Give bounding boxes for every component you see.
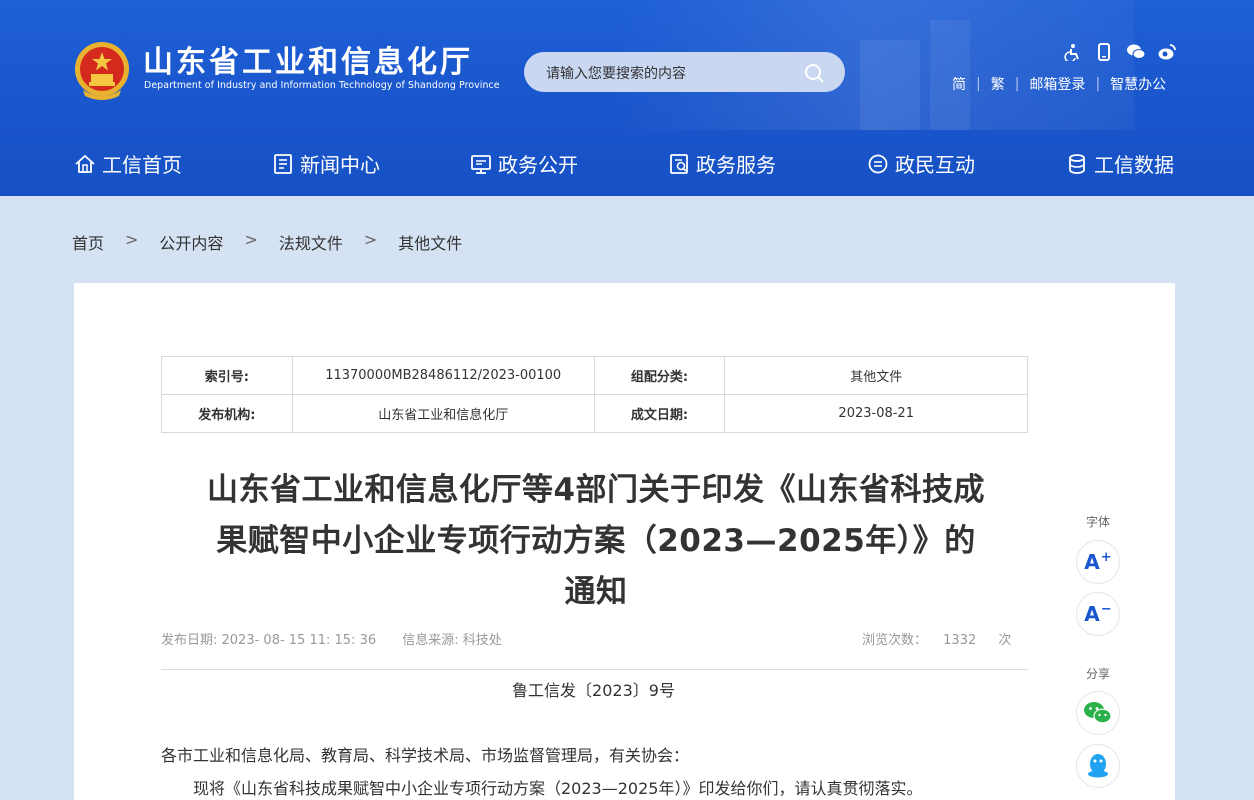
share-wechat-button[interactable] bbox=[1076, 691, 1120, 735]
utility-links: 简 | 繁 | 邮箱登录 | 智慧办公 bbox=[952, 74, 1166, 94]
font-increase-icon: A+ bbox=[1084, 550, 1111, 574]
wechat-icon[interactable] bbox=[1126, 43, 1146, 61]
weibo-icon[interactable] bbox=[1157, 43, 1176, 61]
nav-item-government-affairs[interactable]: 政务公开 bbox=[470, 149, 578, 178]
nav-item-label: 政务公开 bbox=[498, 153, 578, 177]
share-label: 分享 bbox=[1085, 667, 1110, 681]
font-increase-letter: A bbox=[1084, 550, 1100, 574]
site-subtitle: Department of Industry and Information T… bbox=[144, 80, 500, 91]
search-icon[interactable] bbox=[803, 62, 825, 84]
smart-office-link[interactable]: 智慧办公 bbox=[1110, 74, 1166, 94]
breadcrumb-separator: > bbox=[125, 230, 139, 249]
wechat-icon bbox=[1084, 702, 1112, 724]
index-value: 11370000MB28486112/2023-00100 bbox=[291, 356, 595, 395]
category-label: 组配分类: bbox=[593, 356, 726, 395]
nav-item-label: 工信数据 bbox=[1094, 153, 1174, 177]
document-meta-table: 索引号: 11370000MB28486112/2023-00100 组配分类:… bbox=[161, 356, 1028, 433]
nav-item-news[interactable]: 新闻中心 bbox=[272, 149, 380, 178]
traditional-chinese-link[interactable]: 繁 bbox=[991, 74, 1005, 94]
font-decrease-button[interactable]: A− bbox=[1076, 592, 1120, 636]
nav-item-label: 政民互动 bbox=[895, 153, 975, 177]
view-count: 浏览次数： 1332 次 bbox=[862, 629, 1011, 648]
document-number: 鲁工信发〔2023〕9号 bbox=[512, 681, 675, 700]
article-title-line: 果赋智中小企业专项行动方案（2023—2025年）》的 bbox=[216, 523, 976, 559]
breadcrumb-public-content[interactable]: 公开内容 bbox=[159, 230, 223, 254]
views-number: 1332 bbox=[943, 633, 977, 648]
mobile-icon[interactable] bbox=[1095, 43, 1114, 61]
publish-date: 发布日期: 2023- 08- 15 11: 15: 36 bbox=[161, 633, 377, 648]
views-unit: 次 bbox=[998, 633, 1012, 648]
article-paragraph: 现将《山东省科技成果赋智中小企业专项行动方案（2023—2025年）》印发给你们… bbox=[193, 779, 923, 798]
nav-item-label: 工信首页 bbox=[102, 153, 182, 177]
table-row: 发布机构: 山东省工业和信息化厅 成文日期: 2023-08-21 bbox=[161, 394, 1028, 433]
breadcrumb-separator: > bbox=[244, 230, 258, 249]
publisher-label: 发布机构: bbox=[161, 394, 293, 433]
search-input[interactable]: 请输入您要搜索的内容 bbox=[546, 63, 686, 83]
nav-item-data[interactable]: 工信数据 bbox=[1066, 149, 1174, 178]
header-background-decoration bbox=[860, 40, 920, 130]
search-bar[interactable]: 请输入您要搜索的内容 bbox=[524, 52, 845, 92]
table-row: 索引号: 11370000MB28486112/2023-00100 组配分类:… bbox=[161, 356, 1028, 395]
site-title[interactable]: 山东省工业和信息化厅 bbox=[143, 46, 473, 80]
monitor-icon bbox=[471, 154, 491, 174]
font-increase-button[interactable]: A+ bbox=[1076, 540, 1120, 584]
mailbox-login-link[interactable]: 邮箱登录 bbox=[1029, 74, 1085, 94]
breadcrumb-home[interactable]: 首页 bbox=[72, 230, 104, 254]
nav-item-home[interactable]: 工信首页 bbox=[74, 149, 182, 178]
breadcrumb-separator: > bbox=[363, 230, 378, 249]
publish-info: 发布日期: 2023- 08- 15 11: 15: 36 信息来源: 科技处 bbox=[161, 629, 502, 648]
home-icon bbox=[75, 154, 95, 173]
site-header: 山东省工业和信息化厅 Department of Industry and In… bbox=[0, 0, 1254, 196]
category-value: 其他文件 bbox=[724, 356, 1028, 395]
national-emblem-logo[interactable] bbox=[73, 40, 131, 100]
nav-item-label: 政务服务 bbox=[696, 153, 776, 177]
divider bbox=[161, 669, 1028, 670]
font-decrease-letter: A bbox=[1084, 602, 1100, 626]
utility-icons bbox=[1064, 43, 1176, 63]
simplified-chinese-link[interactable]: 简 bbox=[952, 74, 966, 94]
nav-item-government-services[interactable]: 政务服务 bbox=[668, 149, 776, 178]
accessibility-icon[interactable] bbox=[1064, 43, 1083, 63]
breadcrumb: 首页 > 公开内容 > 法规文件 > 其他文件 bbox=[72, 230, 462, 254]
article-title-line: 通知 bbox=[564, 574, 628, 610]
article-title-line: 山东省工业和信息化厅等4部门关于印发《山东省科技成 bbox=[206, 472, 986, 508]
publisher-value: 山东省工业和信息化厅 bbox=[291, 394, 595, 433]
date-label: 成文日期: bbox=[593, 394, 726, 433]
font-decrease-icon: A− bbox=[1084, 602, 1111, 626]
share-qq-button[interactable] bbox=[1076, 744, 1120, 788]
database-icon bbox=[1069, 153, 1085, 174]
nav-item-interaction[interactable]: 政民互动 bbox=[867, 149, 975, 178]
chat-icon bbox=[868, 154, 888, 173]
index-label: 索引号: bbox=[161, 356, 293, 395]
font-increase-sign: + bbox=[1100, 550, 1112, 566]
news-icon bbox=[274, 153, 292, 174]
breadcrumb-other-documents[interactable]: 其他文件 bbox=[398, 230, 462, 254]
main-nav: 工信首页 新闻中心 政务公开 政务服务 政民互动 工信数据 bbox=[0, 132, 1254, 196]
font-size-label: 字体 bbox=[1085, 515, 1110, 529]
info-source: 信息来源: 科技处 bbox=[402, 633, 502, 648]
date-value: 2023-08-21 bbox=[724, 394, 1028, 433]
separator: | bbox=[1014, 76, 1020, 92]
separator: | bbox=[1095, 76, 1101, 92]
nav-item-label: 新闻中心 bbox=[300, 153, 380, 177]
views-label: 浏览次数： bbox=[862, 633, 928, 648]
article-paragraph: 各市工业和信息化局、教育局、科学技术局、市场监督管理局，有关协会： bbox=[161, 746, 690, 765]
breadcrumb-regulations[interactable]: 法规文件 bbox=[279, 230, 343, 254]
font-decrease-sign: − bbox=[1100, 602, 1112, 618]
separator: | bbox=[976, 76, 981, 92]
service-icon bbox=[670, 153, 688, 174]
qq-icon bbox=[1088, 754, 1108, 778]
article-title: 山东省工业和信息化厅等4部门关于印发《山东省科技成 果赋智中小企业专项行动方案（… bbox=[160, 465, 1032, 618]
